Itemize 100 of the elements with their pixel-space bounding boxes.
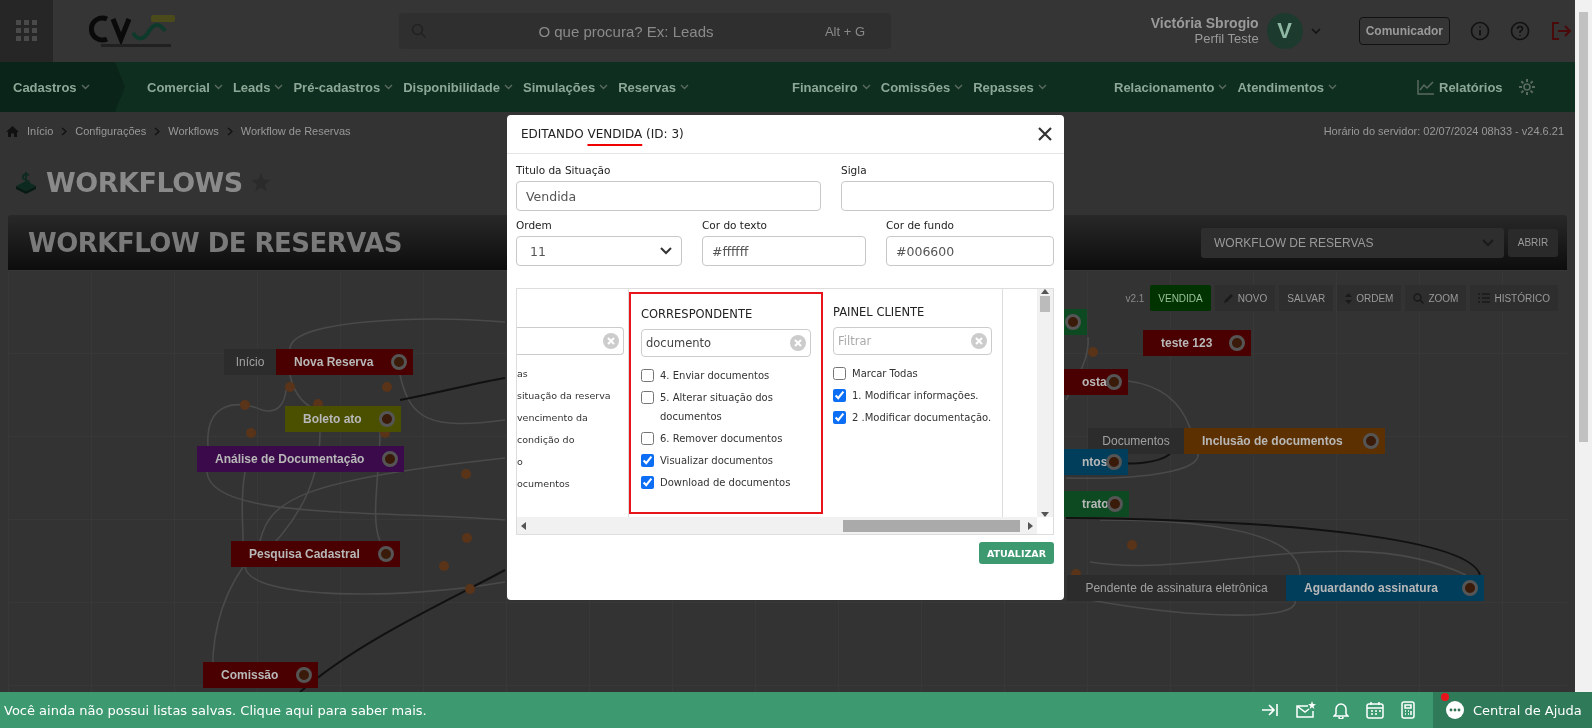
search-field[interactable]: O que procura? Ex: Leads Alt + G	[399, 13, 891, 49]
nav-menu-item[interactable]: Relacionamento	[1114, 79, 1228, 95]
permission-label: ocumentos	[517, 477, 570, 491]
workflow-select[interactable]: WORKFLOW DE RESERVAS	[1201, 227, 1504, 258]
page-scrollbar[interactable]	[1575, 0, 1592, 692]
dialog-title: EDITANDO VENDIDA (ID: 3)	[521, 127, 684, 141]
home-icon[interactable]	[6, 125, 19, 137]
toolbar-button[interactable]: ORDEM	[1337, 285, 1402, 311]
page-title: WORKFLOWS	[46, 167, 243, 198]
help-icon[interactable]	[1510, 21, 1530, 41]
nav-menu-item[interactable]: Atendimentos	[1237, 79, 1338, 95]
chevron-icon	[226, 126, 233, 136]
toolbar-button[interactable]: SALVAR	[1279, 285, 1334, 311]
nav-menu-item[interactable]: Repasses	[973, 79, 1047, 95]
clear-icon[interactable]	[790, 335, 806, 351]
nav-menu-item[interactable]: Simulações	[522, 79, 609, 95]
breadcrumb-link[interactable]: Workflows	[168, 125, 219, 137]
permission-label: vencimento da	[517, 411, 588, 425]
text-field[interactable]: Vendida	[516, 181, 821, 211]
vertical-scrollbar[interactable]	[1037, 289, 1053, 517]
scrollbar-thumb[interactable]	[1040, 296, 1050, 312]
caret-icon	[954, 84, 964, 90]
workflow-node[interactable]: Aguardando assinatura	[1286, 575, 1484, 601]
shortcut-hint: Alt + G	[824, 23, 865, 39]
checkbox[interactable]	[641, 476, 654, 489]
reports-link[interactable]: Relatórios	[1417, 79, 1503, 95]
workflow-node[interactable]: Nova Reserva	[276, 349, 413, 375]
chevron-icon	[154, 126, 161, 136]
nav-menu-item[interactable]: Leads	[232, 79, 284, 95]
order-select[interactable]: 11	[516, 236, 682, 266]
nav-menu-item[interactable]: Comercial	[147, 79, 223, 95]
nav-menu-item[interactable]: Comissões	[880, 79, 964, 95]
grid-icon	[15, 20, 38, 42]
scroll-right-icon[interactable]	[1028, 521, 1033, 530]
apps-menu-button[interactable]	[0, 0, 53, 62]
text-field[interactable]: #006600	[886, 236, 1054, 266]
settings-icon[interactable]	[1518, 78, 1536, 96]
nav-menu-item[interactable]: Cadastros	[13, 79, 90, 95]
toolbar-button[interactable]: ZOOM	[1405, 285, 1467, 311]
workflow-node[interactable]: Inclusão de documentos	[1184, 428, 1385, 454]
checkbox[interactable]	[641, 391, 654, 404]
workflow-node[interactable]: trato	[1064, 491, 1129, 517]
help-center-button[interactable]: Central de Ajuda	[1433, 692, 1592, 728]
clear-icon[interactable]	[971, 333, 987, 349]
nav-menu-item[interactable]: Reservas	[618, 79, 690, 95]
checkbox[interactable]	[833, 389, 846, 402]
permission-label: condição do	[517, 433, 575, 447]
workflow-node[interactable]: Pesquisa Cadastral	[231, 541, 400, 567]
field-label: Sigla	[841, 164, 868, 176]
collapse-icon[interactable]	[1261, 703, 1279, 717]
calendar-icon[interactable]	[1366, 701, 1384, 719]
workflow-node[interactable]: osta	[1064, 369, 1128, 395]
checkbox[interactable]	[641, 432, 654, 445]
bell-icon[interactable]	[1333, 701, 1349, 719]
scrollbar-thumb[interactable]	[1579, 12, 1588, 442]
scrollbar-thumb[interactable]	[843, 519, 1020, 532]
scroll-down-icon[interactable]	[1041, 512, 1049, 517]
workflow-node[interactable]: Análise de Documentação	[197, 446, 404, 472]
breadcrumb-link[interactable]: Workflow de Reservas	[240, 125, 351, 137]
mail-star-icon[interactable]	[1296, 701, 1316, 719]
user-avatar[interactable]: V	[1266, 13, 1303, 49]
breadcrumb-link[interactable]: Início	[27, 125, 54, 137]
info-icon[interactable]	[1470, 21, 1490, 41]
checkbox[interactable]	[833, 367, 846, 380]
text-field[interactable]: #ffffff	[702, 236, 866, 266]
logout-icon[interactable]	[1550, 21, 1572, 41]
caret-icon[interactable]	[1310, 28, 1321, 34]
nav-menu-item[interactable]: Pré-cadastros	[293, 79, 394, 95]
field-label: Titulo da Situação	[516, 164, 612, 176]
close-icon[interactable]	[1038, 127, 1052, 141]
breadcrumb-link[interactable]: Configurações	[75, 125, 147, 137]
scroll-left-icon[interactable]	[521, 521, 526, 530]
checkbox[interactable]	[641, 454, 654, 467]
nav-menu-item[interactable]: Financeiro	[792, 79, 871, 95]
permission-label: Visualizar documentos	[660, 454, 774, 468]
workflow-node[interactable]: Boleto ato	[285, 406, 401, 432]
toolbar-button[interactable]: NOVO	[1214, 285, 1276, 311]
open-button[interactable]: ABRIR	[1508, 228, 1558, 257]
workflow-node[interactable]: ntos	[1064, 449, 1128, 475]
communicator-button[interactable]: Comunicador	[1358, 17, 1450, 45]
filter-field[interactable]	[517, 327, 624, 355]
permission-label: 4. Enviar documentos	[660, 369, 770, 383]
checkbox[interactable]	[641, 369, 654, 382]
horizontal-scrollbar[interactable]	[517, 517, 1037, 534]
clear-icon[interactable]	[603, 333, 619, 349]
permission-label: 1. Modificar informações.	[852, 389, 979, 403]
money-stack-icon	[14, 171, 38, 194]
filter-field[interactable]: documento	[641, 329, 811, 357]
text-field[interactable]	[841, 181, 1054, 211]
nav-menu-item[interactable]: Disponibilidade	[403, 79, 513, 95]
saved-lists-message[interactable]: Você ainda não possui listas salvas. Clique aqui para saber mais.	[0, 702, 427, 718]
workflow-node[interactable]: teste 123	[1143, 330, 1251, 356]
user-profile: Perfil Teste	[1194, 31, 1259, 47]
update-button[interactable]: ATUALIZAR	[979, 542, 1054, 564]
scroll-up-icon[interactable]	[1041, 289, 1049, 294]
checkbox[interactable]	[833, 411, 846, 424]
caret-icon	[274, 84, 284, 90]
calculator-icon[interactable]	[1401, 701, 1415, 719]
workflow-node[interactable]: Comissão	[203, 662, 318, 688]
toolbar-button[interactable]: HISTÓRICO	[1470, 285, 1558, 311]
